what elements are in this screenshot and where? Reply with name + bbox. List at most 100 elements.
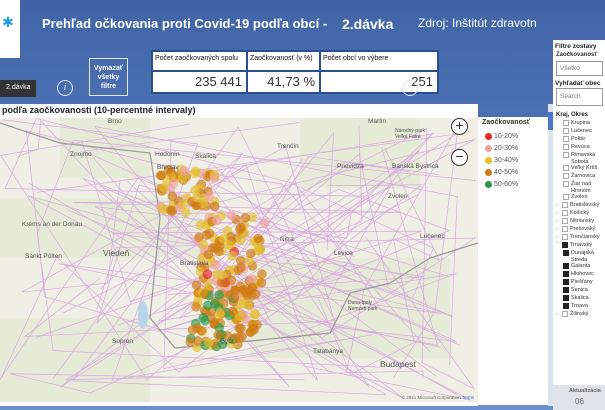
- chevron-icon[interactable]: ⌵: [555, 226, 562, 233]
- zoom-out-button[interactable]: −: [451, 149, 468, 166]
- tree-item[interactable]: ⌵ Košický: [553, 210, 605, 218]
- tree-item[interactable]: Krupina: [553, 120, 605, 128]
- terms-link[interactable]: Terms: [462, 395, 474, 400]
- checkbox[interactable]: [563, 271, 569, 277]
- municipality-marker[interactable]: [228, 306, 238, 317]
- municipality-marker[interactable]: [191, 280, 202, 290]
- municipality-marker[interactable]: [178, 199, 188, 210]
- checkbox[interactable]: [562, 226, 568, 232]
- tree-item[interactable]: ⌃ Trnavský: [553, 242, 605, 250]
- legend-item[interactable]: 20-30%: [485, 145, 548, 152]
- municipality-marker[interactable]: [179, 166, 190, 176]
- tree-item[interactable]: Veľký Krtíš: [553, 165, 605, 173]
- municipality-marker[interactable]: [250, 309, 260, 320]
- map[interactable]: Brno Znojmo Hodonín Skalica Břeclav Krems an …: [0, 118, 478, 402]
- municipality-marker[interactable]: [226, 210, 237, 221]
- municipality-marker[interactable]: [236, 262, 246, 273]
- municipality-marker[interactable]: [230, 285, 240, 295]
- municipality-marker[interactable]: [256, 278, 267, 288]
- municipality-marker[interactable]: [196, 326, 207, 336]
- municipality-marker[interactable]: [217, 270, 227, 280]
- municipality-marker[interactable]: [157, 203, 167, 214]
- checkbox[interactable]: [562, 218, 568, 224]
- tree-item[interactable]: Poltár: [553, 136, 605, 144]
- checkbox[interactable]: [563, 128, 569, 134]
- checkbox[interactable]: [563, 250, 569, 256]
- tree-item[interactable]: ⌵ Žilinský: [553, 311, 605, 319]
- municipality-marker[interactable]: [166, 205, 176, 215]
- checkbox[interactable]: [563, 287, 569, 293]
- info-icon[interactable]: i: [57, 80, 73, 96]
- municipality-marker[interactable]: [204, 192, 214, 202]
- tree-item[interactable]: ⌵ Prešovský: [553, 226, 605, 234]
- chevron-icon[interactable]: ⌵: [555, 218, 562, 225]
- tree-item[interactable]: ⌵ Trenčiansky: [553, 234, 605, 242]
- clear-filters-button[interactable]: Vymazať všetky filtre: [89, 58, 128, 96]
- tree-item[interactable]: Senica: [553, 287, 605, 295]
- checkbox[interactable]: [563, 181, 569, 187]
- tree-item[interactable]: Trnava: [553, 303, 605, 311]
- municipality-marker[interactable]: [240, 213, 251, 223]
- checkbox[interactable]: [562, 234, 568, 240]
- checkbox[interactable]: [563, 173, 569, 179]
- checkbox[interactable]: [563, 194, 569, 200]
- municipality-marker[interactable]: [242, 290, 253, 301]
- checkbox[interactable]: [563, 144, 569, 150]
- tree-item[interactable]: Zvolen: [553, 194, 605, 202]
- legend-item[interactable]: 50-60%: [485, 181, 548, 188]
- checkbox[interactable]: [562, 242, 568, 248]
- chevron-icon[interactable]: ⌵: [555, 311, 562, 318]
- tree-item[interactable]: Skalica: [553, 295, 605, 303]
- municipality-marker[interactable]: [243, 300, 253, 310]
- checkbox[interactable]: [563, 303, 569, 309]
- municipality-marker[interactable]: [236, 222, 246, 233]
- tree-item[interactable]: Revúca: [553, 144, 605, 152]
- municipality-marker[interactable]: [248, 319, 258, 330]
- dose-button[interactable]: 2.dávka: [0, 80, 36, 97]
- tree-item[interactable]: Galanta: [553, 263, 605, 271]
- municipality-marker[interactable]: [246, 248, 256, 259]
- municipality-marker[interactable]: [209, 173, 220, 183]
- tree-item[interactable]: ⌵ Nitriansky: [553, 218, 605, 226]
- municipality-marker[interactable]: [181, 207, 191, 218]
- checkbox[interactable]: [562, 210, 568, 216]
- checkbox[interactable]: [563, 295, 569, 301]
- checkbox[interactable]: [563, 263, 569, 269]
- legend-item[interactable]: 30-40%: [485, 157, 548, 164]
- municipality-marker[interactable]: [200, 289, 210, 299]
- chevron-icon[interactable]: ⌵: [555, 234, 562, 241]
- search-input[interactable]: Search: [556, 88, 603, 106]
- checkbox[interactable]: [563, 152, 569, 158]
- municipality-marker[interactable]: [226, 275, 237, 285]
- legend-item[interactable]: 10-20%: [485, 133, 548, 140]
- checkbox[interactable]: [562, 311, 568, 317]
- municipality-marker[interactable]: [203, 249, 214, 259]
- tree-item[interactable]: Žarnovica: [553, 173, 605, 181]
- info-icon[interactable]: i: [402, 80, 418, 96]
- dose-filter-select[interactable]: Všetko: [556, 61, 603, 76]
- municipality-marker[interactable]: [185, 337, 195, 347]
- municipality-marker[interactable]: [191, 302, 201, 312]
- zoom-in-button[interactable]: +: [451, 118, 468, 135]
- municipality-marker[interactable]: [253, 233, 263, 244]
- chevron-icon[interactable]: ⌵: [555, 210, 562, 217]
- checkbox[interactable]: [562, 202, 568, 208]
- municipality-marker[interactable]: [158, 183, 169, 193]
- tree-item[interactable]: Piešťany: [553, 279, 605, 287]
- checkbox[interactable]: [563, 120, 569, 126]
- municipality-marker[interactable]: [215, 308, 225, 319]
- municipality-marker[interactable]: [187, 325, 198, 335]
- tree-item[interactable]: Žiar nad Hronom: [553, 181, 605, 194]
- checkbox[interactable]: [563, 279, 569, 285]
- municipality-marker[interactable]: [212, 215, 222, 226]
- municipality-marker[interactable]: [234, 323, 244, 333]
- municipality-marker[interactable]: [202, 269, 213, 279]
- checkbox[interactable]: [563, 136, 569, 142]
- municipality-marker[interactable]: [257, 269, 267, 279]
- municipality-marker[interactable]: [203, 300, 213, 311]
- municipality-marker[interactable]: [259, 218, 270, 228]
- municipality-marker[interactable]: [198, 313, 208, 323]
- tree-item[interactable]: Hlohovec: [553, 271, 605, 279]
- municipality-marker[interactable]: [227, 251, 237, 261]
- legend-item[interactable]: 40-50%: [485, 169, 548, 176]
